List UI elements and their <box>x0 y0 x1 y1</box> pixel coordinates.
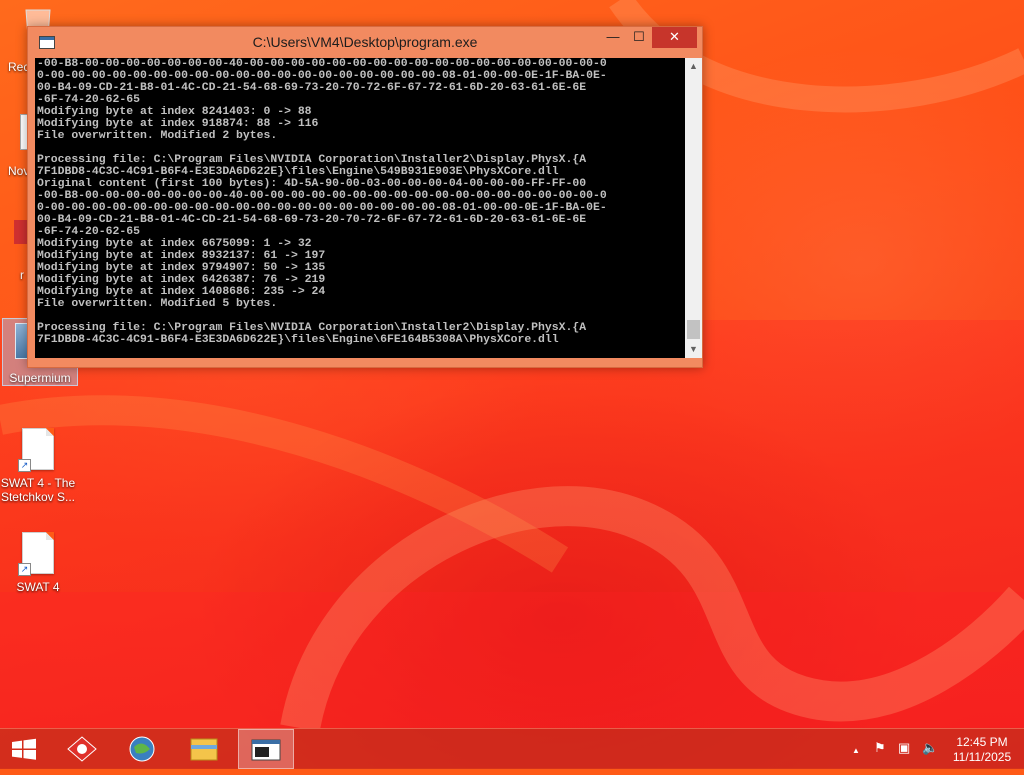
desktop-icon-swat4-stetchkov[interactable]: ↗ SWAT 4 - The Stetchkov S... <box>0 428 76 504</box>
tray-overflow-icon[interactable]: ▲ <box>852 744 860 758</box>
console-app-icon <box>251 739 281 761</box>
vertical-scrollbar[interactable]: ▲ ▼ <box>685 58 702 358</box>
console-window[interactable]: C:\Users\VM4\Desktop\program.exe — ☐ ✕ -… <box>27 26 703 368</box>
window-titlebar[interactable]: C:\Users\VM4\Desktop\program.exe — ☐ ✕ <box>28 27 702 57</box>
taskbar-clock[interactable]: 12:45 PM 11/11/2025 <box>948 735 1016 765</box>
taskbar-app-console[interactable] <box>238 729 294 769</box>
browser-globe-icon <box>129 736 155 762</box>
maximize-button[interactable]: ☐ <box>626 27 652 48</box>
network-icon[interactable]: ▣ <box>898 741 910 755</box>
minimize-button[interactable]: — <box>600 27 626 48</box>
volume-muted-icon[interactable]: 🔈 <box>922 741 938 755</box>
clock-time: 12:45 PM <box>956 735 1008 749</box>
start-button[interactable] <box>0 729 48 769</box>
desktop-icon-swat4[interactable]: ↗ SWAT 4 <box>0 532 76 594</box>
shortcut-arrow-icon: ↗ <box>18 563 31 576</box>
scrollbar-thumb[interactable] <box>687 320 700 339</box>
action-center-flag-icon[interactable]: ⚑ <box>874 741 886 755</box>
desktop-icon-label: SWAT 4 - The Stetchkov S... <box>0 476 76 504</box>
console-output-area[interactable]: -00-B8-00-00-00-00-00-00-00-40-00-00-00-… <box>35 58 685 358</box>
document-shortcut-icon: ↗ <box>18 532 54 576</box>
console-output-text: -00-B8-00-00-00-00-00-00-00-40-00-00-00-… <box>37 58 607 346</box>
taskbar: ▲ ⚑ ▣ 🔈 12:45 PM 11/11/2025 <box>0 728 1024 769</box>
folder-icon <box>190 738 218 761</box>
scroll-down-button[interactable]: ▼ <box>685 341 702 358</box>
clock-date: 11/11/2025 <box>952 750 1012 764</box>
document-shortcut-icon: ↗ <box>18 428 54 472</box>
scroll-up-button[interactable]: ▲ <box>685 58 702 75</box>
taskbar-app-explorer[interactable] <box>180 729 228 769</box>
taskbar-app-browser[interactable] <box>118 729 166 769</box>
desktop-icon-label: r <box>20 268 24 282</box>
shortcut-arrow-icon: ↗ <box>18 459 31 472</box>
desktop-icon-label: Supermium <box>9 371 71 385</box>
desktop-icon-label: SWAT 4 <box>16 580 60 594</box>
game-app-icon <box>67 736 97 762</box>
windows-logo-icon <box>12 738 36 760</box>
taskbar-app-game[interactable] <box>58 729 106 769</box>
close-button[interactable]: ✕ <box>652 27 697 48</box>
